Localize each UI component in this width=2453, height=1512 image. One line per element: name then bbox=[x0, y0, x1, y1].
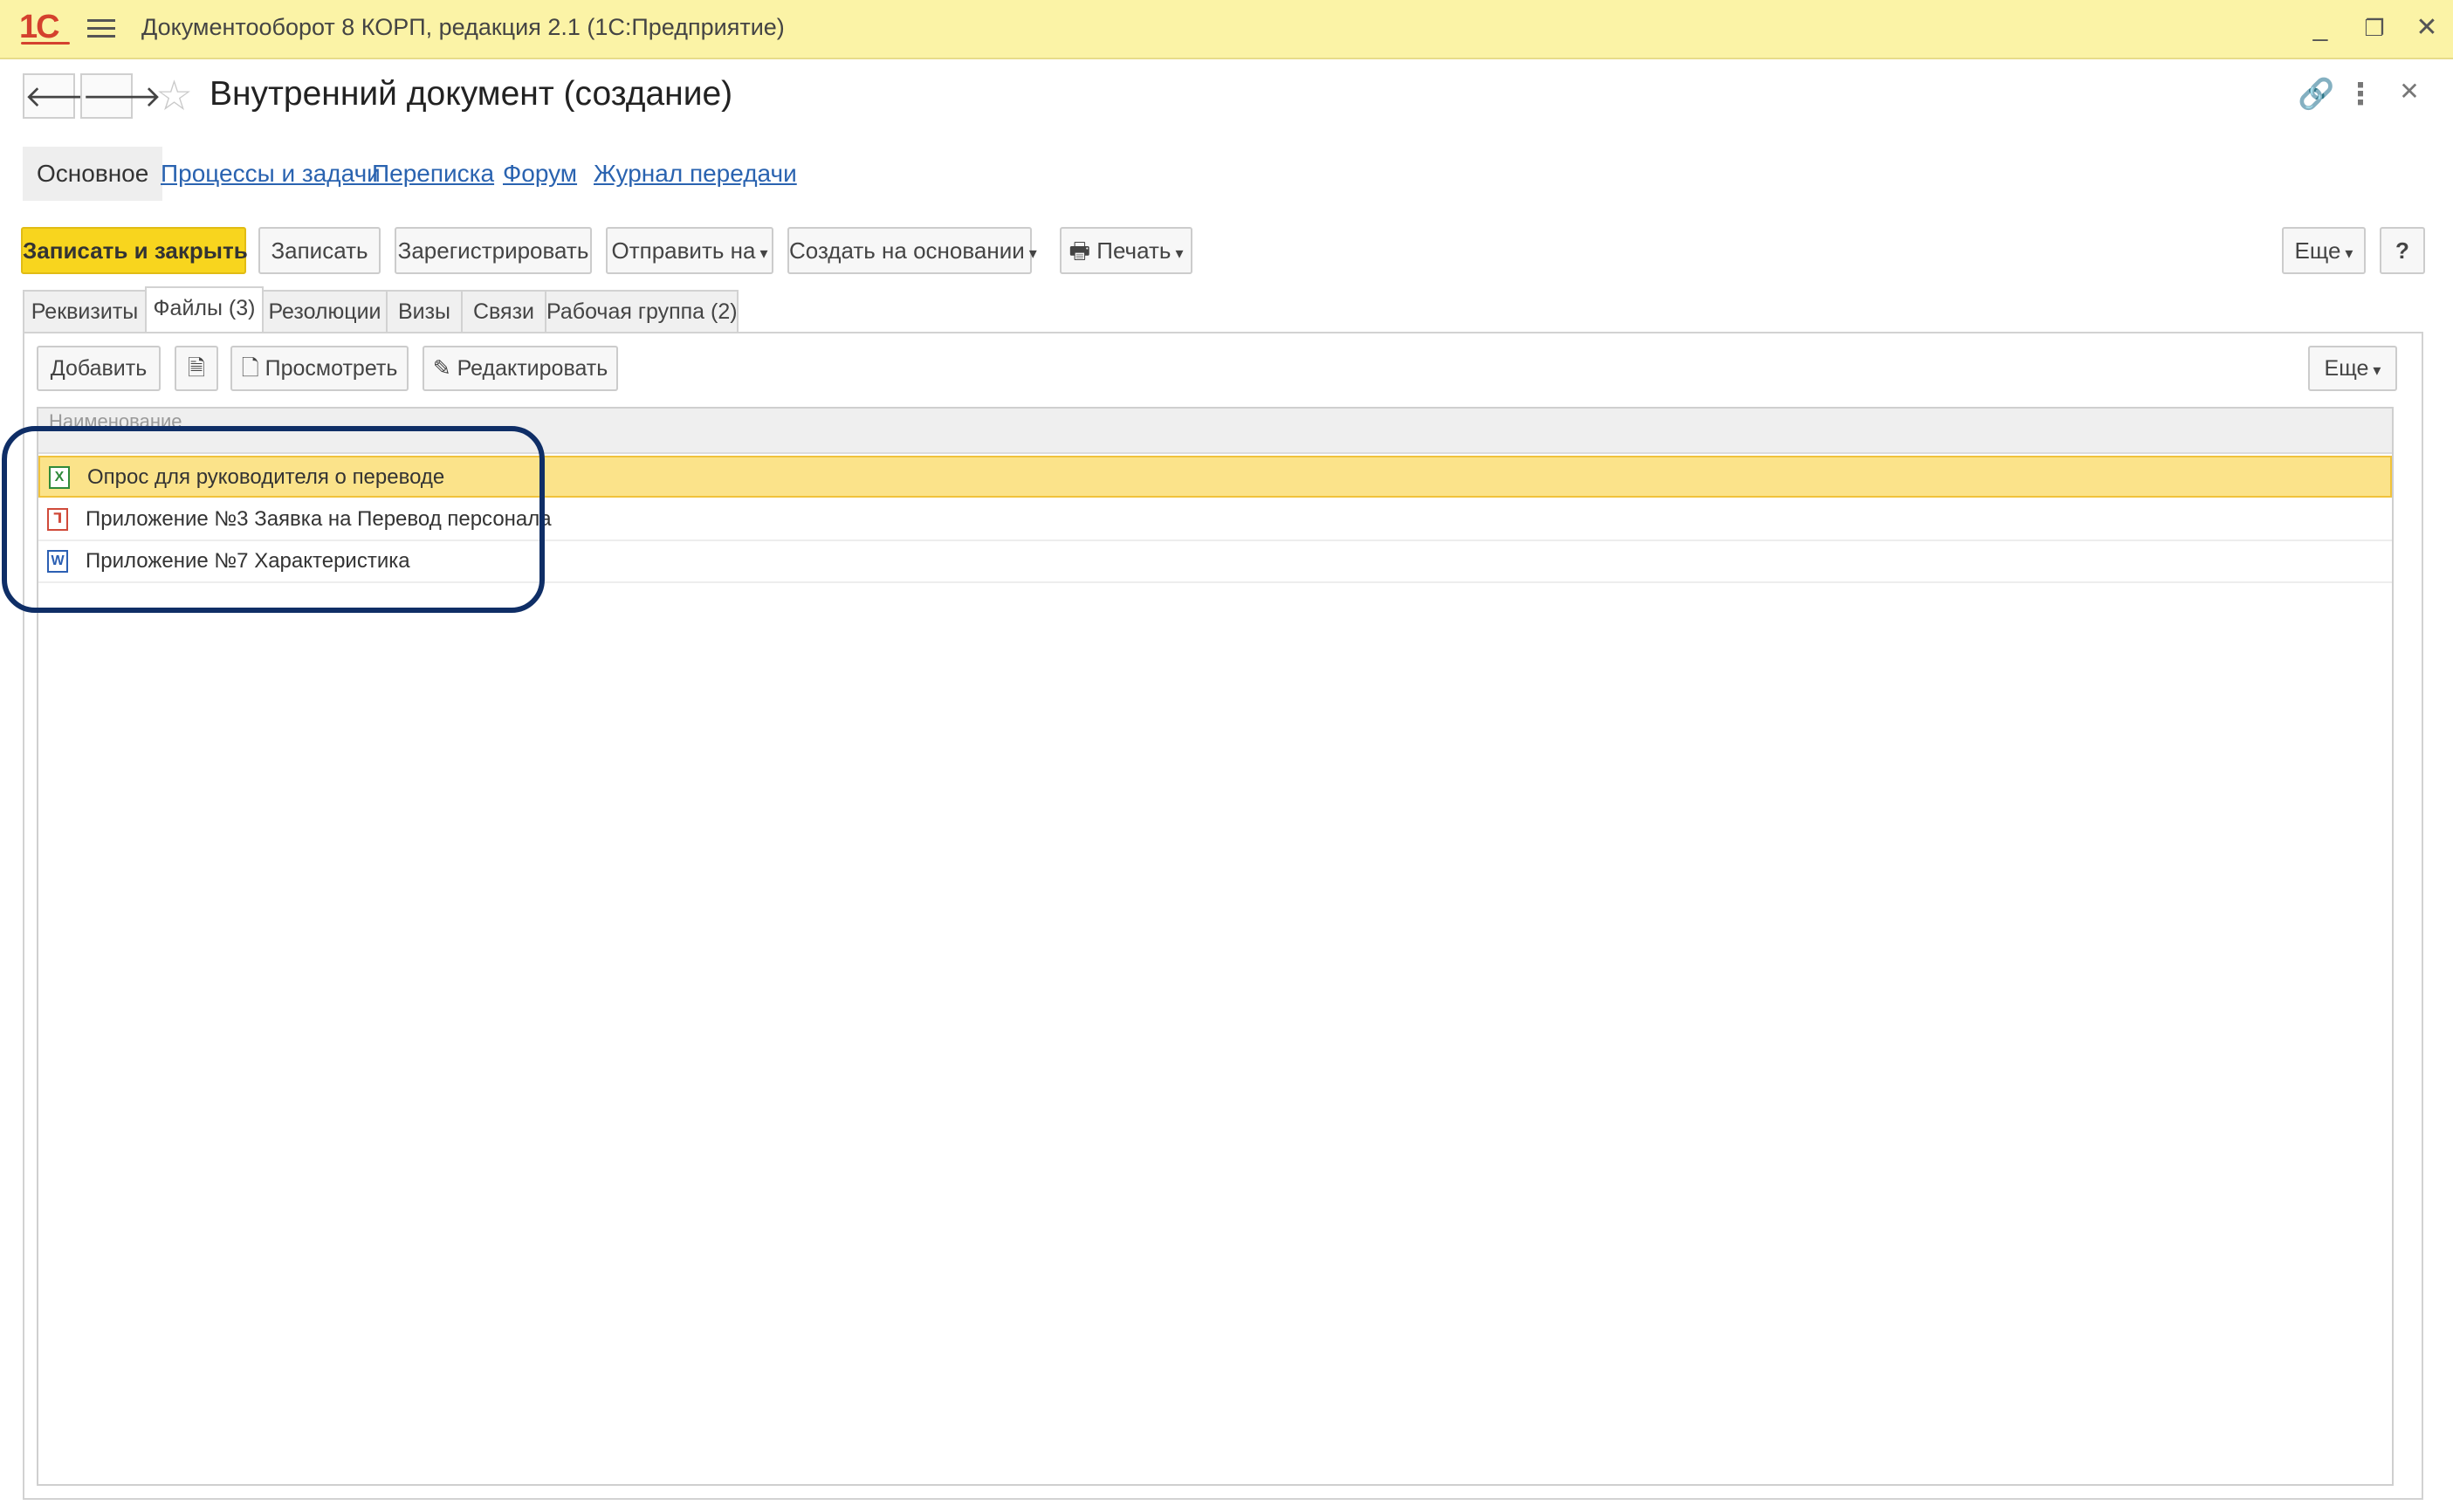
files-table[interactable]: Наименование X Опрос для руководителя о … bbox=[37, 407, 2394, 1486]
restore-icon[interactable]: ❐ bbox=[2353, 9, 2395, 47]
send-to-button[interactable]: Отправить на bbox=[606, 227, 773, 274]
file-name: Приложение №3 Заявка на Перевод персонал… bbox=[86, 507, 552, 531]
print-button-label: Печать bbox=[1096, 237, 1183, 264]
tab-files[interactable]: Файлы (3) bbox=[145, 286, 264, 332]
printer-icon: 🖶 bbox=[1068, 237, 1091, 264]
scanner-icon: 🗎 bbox=[187, 356, 206, 381]
tab-links[interactable]: Связи bbox=[461, 290, 546, 332]
scan-button[interactable]: 🗎 bbox=[175, 346, 218, 391]
app-title: Документооборот 8 КОРП, редакция 2.1 (1С… bbox=[141, 14, 785, 40]
tab-work-group[interactable]: Рабочая группа (2) bbox=[545, 290, 739, 332]
tab-details[interactable]: Реквизиты bbox=[23, 290, 147, 332]
edit-icon: ✎ bbox=[432, 356, 451, 381]
section-correspondence[interactable]: Переписка bbox=[372, 147, 494, 201]
menu-icon[interactable] bbox=[87, 14, 115, 40]
link-icon[interactable]: 🔗 bbox=[2298, 77, 2334, 112]
close-form-icon[interactable]: ✕ bbox=[2392, 77, 2427, 106]
favorite-star-icon[interactable]: ☆ bbox=[155, 72, 193, 120]
tab-visas[interactable]: Визы bbox=[386, 290, 463, 332]
section-forum[interactable]: Форум bbox=[503, 147, 577, 201]
register-button[interactable]: Зарегистрировать bbox=[395, 227, 592, 274]
files-more-button[interactable]: Еще bbox=[2308, 346, 2397, 391]
close-icon[interactable]: ✕ bbox=[2406, 9, 2448, 47]
save-and-close-button[interactable]: Записать и закрыть bbox=[21, 227, 248, 274]
save-button[interactable]: Записать bbox=[258, 227, 381, 274]
view-file-label: Просмотреть bbox=[265, 356, 398, 381]
table-row[interactable]: ⅂ Приложение №3 Заявка на Перевод персон… bbox=[38, 499, 2392, 541]
file-name: Приложение №7 Характеристика bbox=[86, 549, 410, 573]
section-transfer-log[interactable]: Журнал передачи bbox=[594, 147, 797, 201]
word-file-icon: W bbox=[47, 550, 68, 573]
more-vertical-icon[interactable]: ⋮ bbox=[2343, 77, 2378, 112]
document-icon: 🗋 bbox=[241, 356, 259, 381]
back-button[interactable]: 🡐 bbox=[23, 73, 104, 119]
help-button[interactable]: ? bbox=[2380, 227, 2425, 274]
tab-resolutions[interactable]: Резолюции bbox=[262, 290, 388, 332]
section-processes[interactable]: Процессы и задачи bbox=[161, 147, 381, 201]
section-main[interactable]: Основное bbox=[23, 147, 163, 201]
table-row[interactable]: W Приложение №7 Характеристика bbox=[38, 541, 2392, 583]
print-button[interactable]: 🖶 Печать bbox=[1060, 227, 1192, 274]
minimize-icon[interactable]: _ bbox=[2299, 9, 2341, 47]
page-title: Внутренний документ (создание) bbox=[210, 75, 733, 113]
title-bar: 1С Документооборот 8 КОРП, редакция 2.1 … bbox=[0, 0, 2453, 59]
pdf-file-icon: ⅂ bbox=[47, 508, 68, 531]
more-button[interactable]: Еще bbox=[2282, 227, 2366, 274]
column-header-name[interactable]: Наименование bbox=[38, 409, 2392, 454]
excel-file-icon: X bbox=[49, 466, 70, 489]
edit-file-button[interactable]: ✎ Редактировать bbox=[423, 346, 618, 391]
view-file-button[interactable]: 🗋 Просмотреть bbox=[230, 346, 409, 391]
forward-button[interactable]: 🡒 bbox=[80, 73, 161, 119]
create-based-on-button[interactable]: Создать на основании bbox=[787, 227, 1032, 274]
logo-underline bbox=[21, 42, 70, 45]
table-row[interactable]: X Опрос для руководителя о переводе bbox=[38, 456, 2392, 498]
edit-file-label: Редактировать bbox=[457, 356, 608, 381]
app-logo: 1С bbox=[19, 9, 60, 45]
add-file-button[interactable]: Добавить bbox=[37, 346, 161, 391]
file-name: Опрос для руководителя о переводе bbox=[87, 465, 445, 489]
